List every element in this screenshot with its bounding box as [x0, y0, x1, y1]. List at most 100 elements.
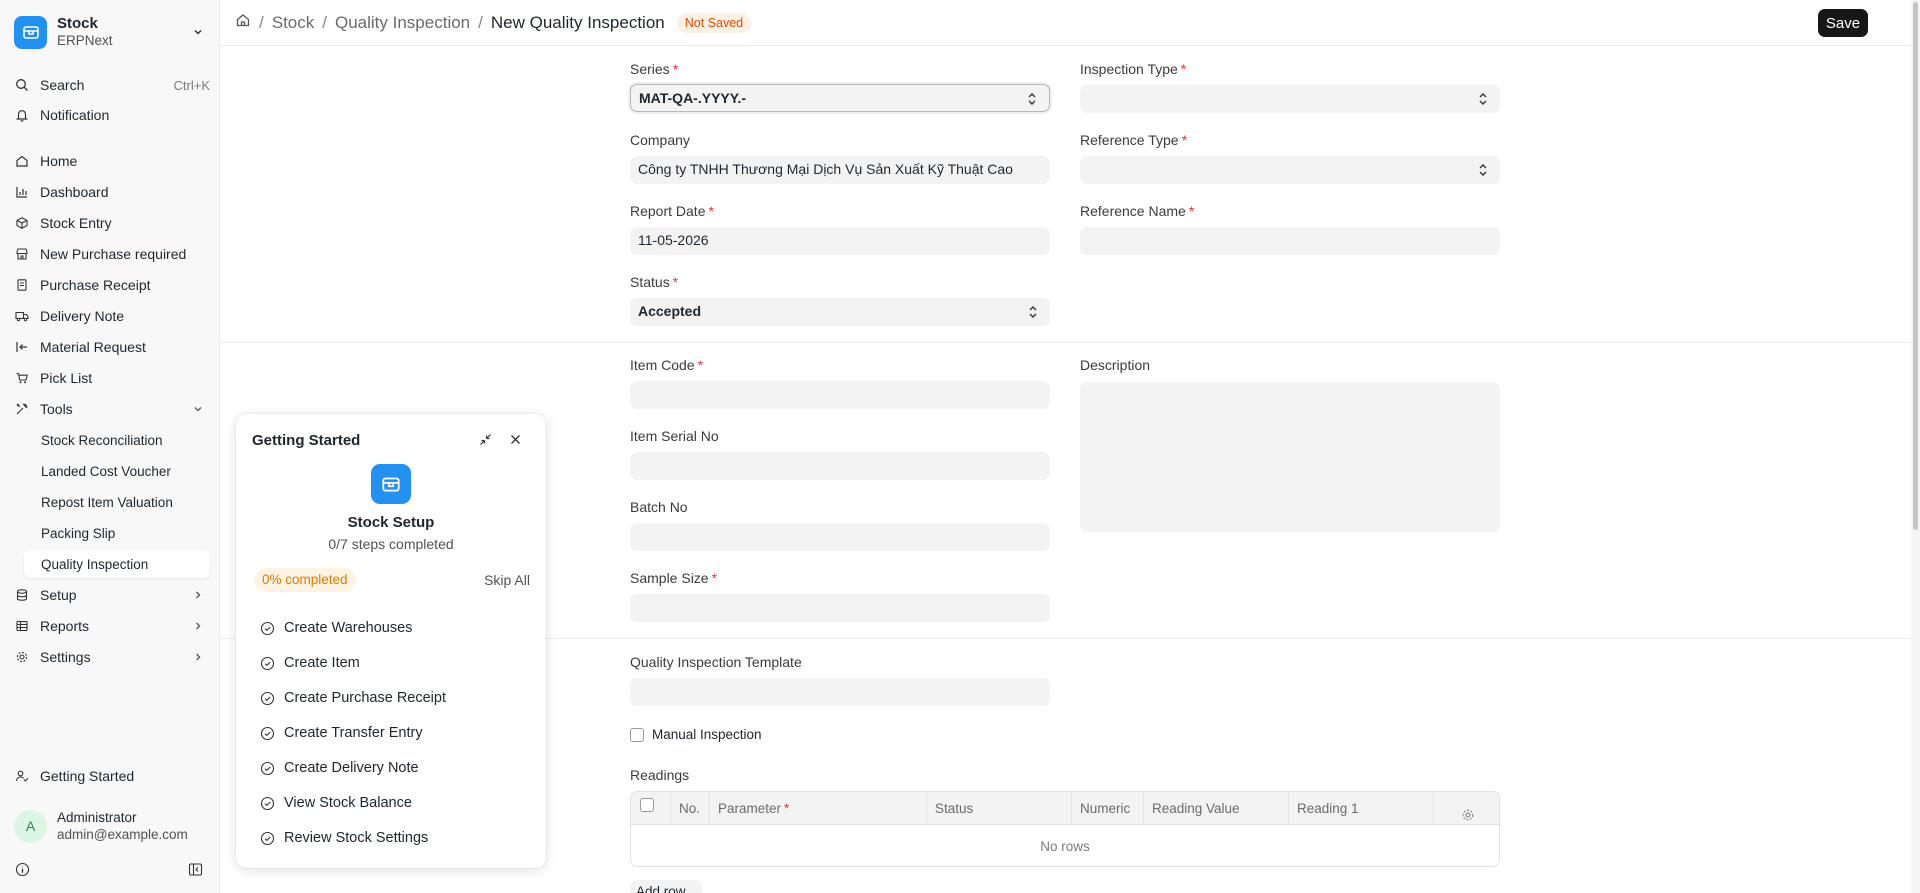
item-serial-no-field[interactable] [630, 452, 1050, 480]
circle-check-icon [260, 621, 275, 636]
readings-table: No. Parameter * Status Numeric Reading Va… [630, 791, 1500, 867]
table-icon [14, 618, 30, 634]
sidebar-group-setup[interactable]: Setup [14, 582, 210, 608]
sidebar-item-dashboard[interactable]: Dashboard [14, 179, 210, 205]
sidebar-group-tools[interactable]: Tools [14, 396, 210, 422]
user-name: Administrator [57, 810, 137, 825]
company-field[interactable]: Công ty TNHH Thương Mại Dịch Vụ Sản Xuất… [630, 156, 1050, 184]
company-label: Company [630, 132, 690, 148]
status-badge: Not Saved [676, 12, 752, 33]
user-check-icon [14, 768, 30, 784]
batch-no-field[interactable] [630, 523, 1050, 551]
series-label: Series * [630, 61, 679, 77]
app-switcher[interactable]: Stock ERPNext [14, 12, 206, 52]
close-icon[interactable] [508, 432, 523, 450]
truck-icon [14, 308, 30, 324]
chevron-right-icon [192, 619, 204, 635]
save-button[interactable]: Save [1818, 9, 1868, 37]
page-header: / Stock / Quality Inspection / New Quali… [220, 0, 1920, 46]
module-name: Stock Setup [347, 514, 435, 531]
sidebar-item-label: Quality Inspection [41, 556, 149, 572]
sidebar-item-pick-list[interactable]: Pick List [14, 365, 210, 391]
reference-type-label: Reference Type * [1080, 132, 1188, 148]
chevron-right-icon [192, 588, 204, 604]
user-menu[interactable]: A Administrator admin@example.com [14, 808, 210, 844]
scrollbar-track[interactable] [1911, 0, 1920, 893]
select-arrows-icon [1478, 163, 1488, 180]
reference-type-select[interactable] [1080, 156, 1500, 184]
sidebar-item-material-request[interactable]: Material Request [14, 334, 210, 360]
breadcrumb-quality-inspection[interactable]: Quality Inspection [335, 13, 470, 33]
circle-check-icon [260, 726, 275, 741]
sample-size-label: Sample Size * [630, 570, 718, 586]
scrollbar-thumb[interactable] [1913, 2, 1918, 530]
sidebar-group-settings[interactable]: Settings [14, 644, 210, 670]
info-icon[interactable] [15, 862, 30, 880]
item-serial-no-label: Item Serial No [630, 428, 719, 444]
minimize-icon[interactable] [478, 432, 493, 450]
add-row-button[interactable]: Add row [630, 880, 702, 893]
report-date-field[interactable]: 11-05-2026 [630, 227, 1050, 255]
select-all-checkbox[interactable] [640, 798, 654, 812]
sidebar-item-purchase-receipt[interactable]: Purchase Receipt [14, 272, 210, 298]
sidebar-item-packing-slip[interactable]: Packing Slip [24, 519, 210, 547]
onboarding-step[interactable]: View Stock Balance [260, 792, 530, 814]
item-code-field[interactable] [630, 381, 1050, 409]
description-label: Description [1080, 357, 1151, 373]
sidebar-item-landed-cost-voucher[interactable]: Landed Cost Voucher [24, 457, 210, 485]
sidebar-item-label: Purchase Receipt [40, 277, 151, 293]
chevron-right-icon [192, 650, 204, 666]
sidebar-item-label: Landed Cost Voucher [41, 463, 171, 479]
sidebar-search[interactable]: Search Ctrl+K [14, 72, 210, 98]
sidebar-item-label: Stock Entry [40, 215, 112, 231]
sidebar: Stock ERPNext Search Ctrl+K Notification… [0, 0, 220, 893]
onboarding-step[interactable]: Create Transfer Entry [260, 722, 530, 744]
gear-icon [14, 649, 30, 665]
search-shortcut: Ctrl+K [173, 77, 210, 93]
item-code-label: Item Code * [630, 357, 704, 373]
onboarding-step[interactable]: Create Delivery Note [260, 757, 530, 779]
inspection-type-select[interactable] [1080, 85, 1500, 113]
sidebar-group-reports[interactable]: Reports [14, 613, 210, 639]
onboarding-step[interactable]: Create Purchase Receipt [260, 687, 530, 709]
sidebar-item-label: Delivery Note [40, 308, 125, 324]
breadcrumb: / Stock / Quality Inspection / New Quali… [235, 12, 752, 33]
status-label: Status * [630, 274, 679, 290]
description-textarea[interactable] [1080, 382, 1500, 532]
app-name: Stock [57, 15, 98, 32]
onboarding-step[interactable]: Review Stock Settings [260, 827, 530, 849]
breadcrumb-stock[interactable]: Stock [272, 13, 315, 33]
sidebar-item-delivery-note[interactable]: Delivery Note [14, 303, 210, 329]
sidebar-item-home[interactable]: Home [14, 148, 210, 174]
stock-app-icon [371, 464, 411, 504]
onboarding-step[interactable]: Create Warehouses [260, 617, 530, 639]
inspection-type-label: Inspection Type * [1080, 61, 1187, 77]
store-icon [14, 246, 30, 262]
reference-name-label: Reference Name * [1080, 203, 1195, 219]
sidebar-item-stock-entry[interactable]: Stock Entry [14, 210, 210, 236]
reference-name-field[interactable] [1080, 227, 1500, 255]
manual-inspection-checkbox[interactable] [630, 728, 644, 742]
home-icon[interactable] [235, 12, 251, 33]
sidebar-notification[interactable]: Notification [14, 102, 210, 128]
sample-size-field[interactable] [630, 594, 1050, 622]
column-header-reading-1: Reading 1 [1289, 792, 1434, 825]
series-select[interactable]: MAT-QA-.YYYY.- [630, 84, 1050, 112]
sidebar-item-quality-inspection[interactable]: Quality Inspection [24, 550, 210, 578]
template-field[interactable] [630, 678, 1050, 706]
readings-label: Readings [630, 767, 690, 783]
sidebar-getting-started[interactable]: Getting Started [14, 763, 210, 789]
chevron-down-icon [192, 25, 204, 41]
sidebar-item-stock-reconciliation[interactable]: Stock Reconciliation [24, 426, 210, 454]
onboarding-step[interactable]: Create Item [260, 652, 530, 674]
sidebar-item-repost-item-valuation[interactable]: Repost Item Valuation [24, 488, 210, 516]
sidebar-item-label: New Purchase required [40, 246, 187, 262]
notification-label: Notification [40, 107, 110, 123]
sidebar-item-label: Setup [40, 587, 77, 603]
sidebar-item-new-purchase[interactable]: New Purchase required [14, 241, 210, 267]
steps-completed: 0/7 steps completed [328, 536, 454, 552]
status-select[interactable]: Accepted [630, 298, 1050, 326]
skip-all-button[interactable]: Skip All [484, 572, 530, 588]
collapse-sidebar-icon[interactable] [188, 862, 203, 880]
circle-check-icon [260, 691, 275, 706]
